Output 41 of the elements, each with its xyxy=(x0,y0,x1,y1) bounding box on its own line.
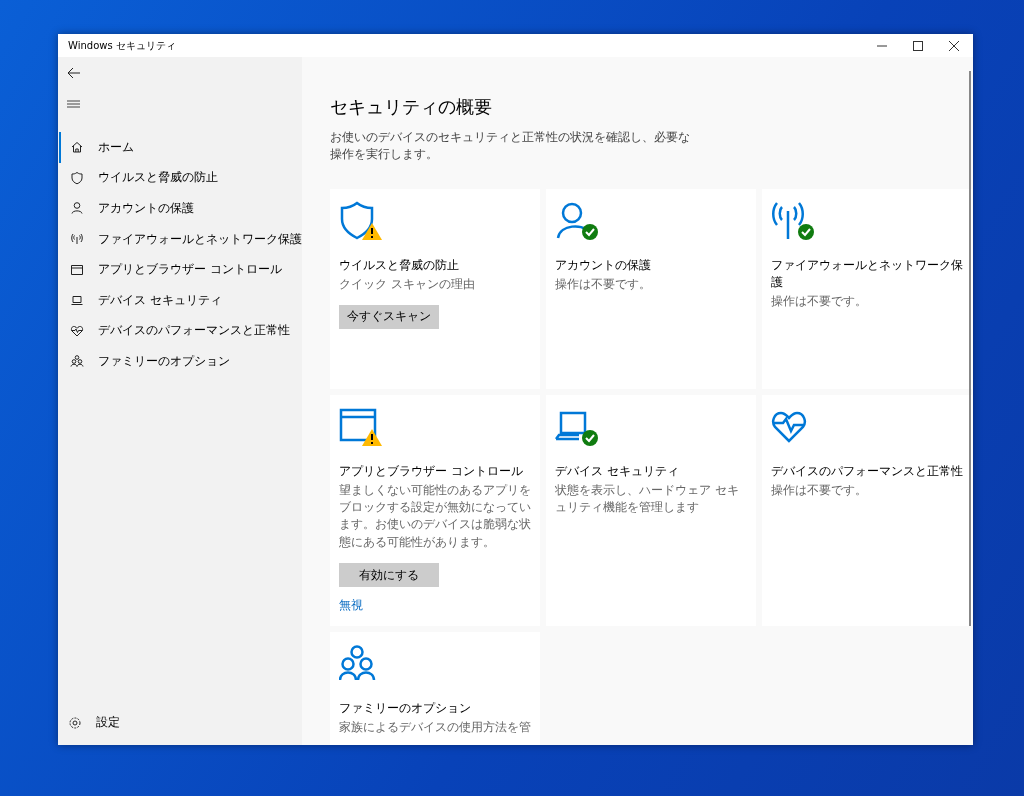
nav-item[interactable]: デバイス セキュリティ xyxy=(59,284,302,316)
window-title: Windows セキュリティ xyxy=(68,38,176,53)
people-icon xyxy=(70,354,84,369)
card-title: アカウントの保護 xyxy=(555,256,651,274)
card-description: 家族によるデバイスの使用方法を管 xyxy=(339,719,531,737)
laptop-icon xyxy=(70,293,84,308)
card-title: ファミリーのオプション xyxy=(339,700,471,718)
nav-item[interactable]: アカウントの保護 xyxy=(59,193,302,224)
card-title: ウイルスと脅威の防止 xyxy=(339,256,459,274)
card-description: 操作は不要です。 xyxy=(555,275,651,293)
card-description: 操作は不要です。 xyxy=(771,481,867,499)
nav-item[interactable]: ファイアウォールとネットワーク保護 xyxy=(59,223,302,255)
home-icon xyxy=(70,140,84,155)
card-description: 状態を表示し、ハードウェア セキュリティ機能を管理します xyxy=(555,481,740,516)
settings-icon xyxy=(68,715,82,730)
page-title: セキュリティの概要 xyxy=(330,95,493,119)
back-arrow-icon[interactable] xyxy=(67,67,81,79)
scrollbar[interactable] xyxy=(969,71,971,626)
shield-icon xyxy=(70,170,84,185)
settings-item[interactable]: 設定 xyxy=(58,714,302,731)
card-title: ファイアウォールとネットワーク保護 xyxy=(771,256,963,291)
dismiss-link[interactable]: 無視 xyxy=(339,597,363,615)
close-icon[interactable] xyxy=(949,40,959,51)
card-title: デバイスのパフォーマンスと正常性 xyxy=(771,462,963,480)
window-icon xyxy=(70,262,84,277)
card-description: 操作は不要です。 xyxy=(771,292,867,310)
card-description: クイック スキャンの理由 xyxy=(339,275,475,293)
person-icon xyxy=(70,201,84,216)
action-button[interactable]: 今すぐスキャン xyxy=(339,305,439,329)
maximize-icon[interactable] xyxy=(913,40,923,51)
page-description: お使いのデバイスのセキュリティと正常性の状況を確認し、必要な操作を実行します。 xyxy=(330,129,691,163)
antenna-icon xyxy=(70,232,84,247)
nav-item[interactable]: アプリとブラウザー コントロール xyxy=(59,254,302,285)
nav-item[interactable]: ウイルスと脅威の防止 xyxy=(59,162,302,194)
card-title: デバイス セキュリティ xyxy=(555,462,679,480)
nav-item[interactable]: デバイスのパフォーマンスと正常性 xyxy=(59,315,302,347)
nav-item[interactable]: ファミリーのオプション xyxy=(59,346,302,377)
heart-pulse-icon xyxy=(70,323,84,338)
card-title: アプリとブラウザー コントロール xyxy=(339,462,523,480)
card-description: 望ましくない可能性のあるアプリをブロックする設定が無効になっています。お使いのデバイスは脆弱な状態にある可能性があります。 xyxy=(339,481,531,551)
action-button[interactable]: 有効にする xyxy=(339,563,439,588)
